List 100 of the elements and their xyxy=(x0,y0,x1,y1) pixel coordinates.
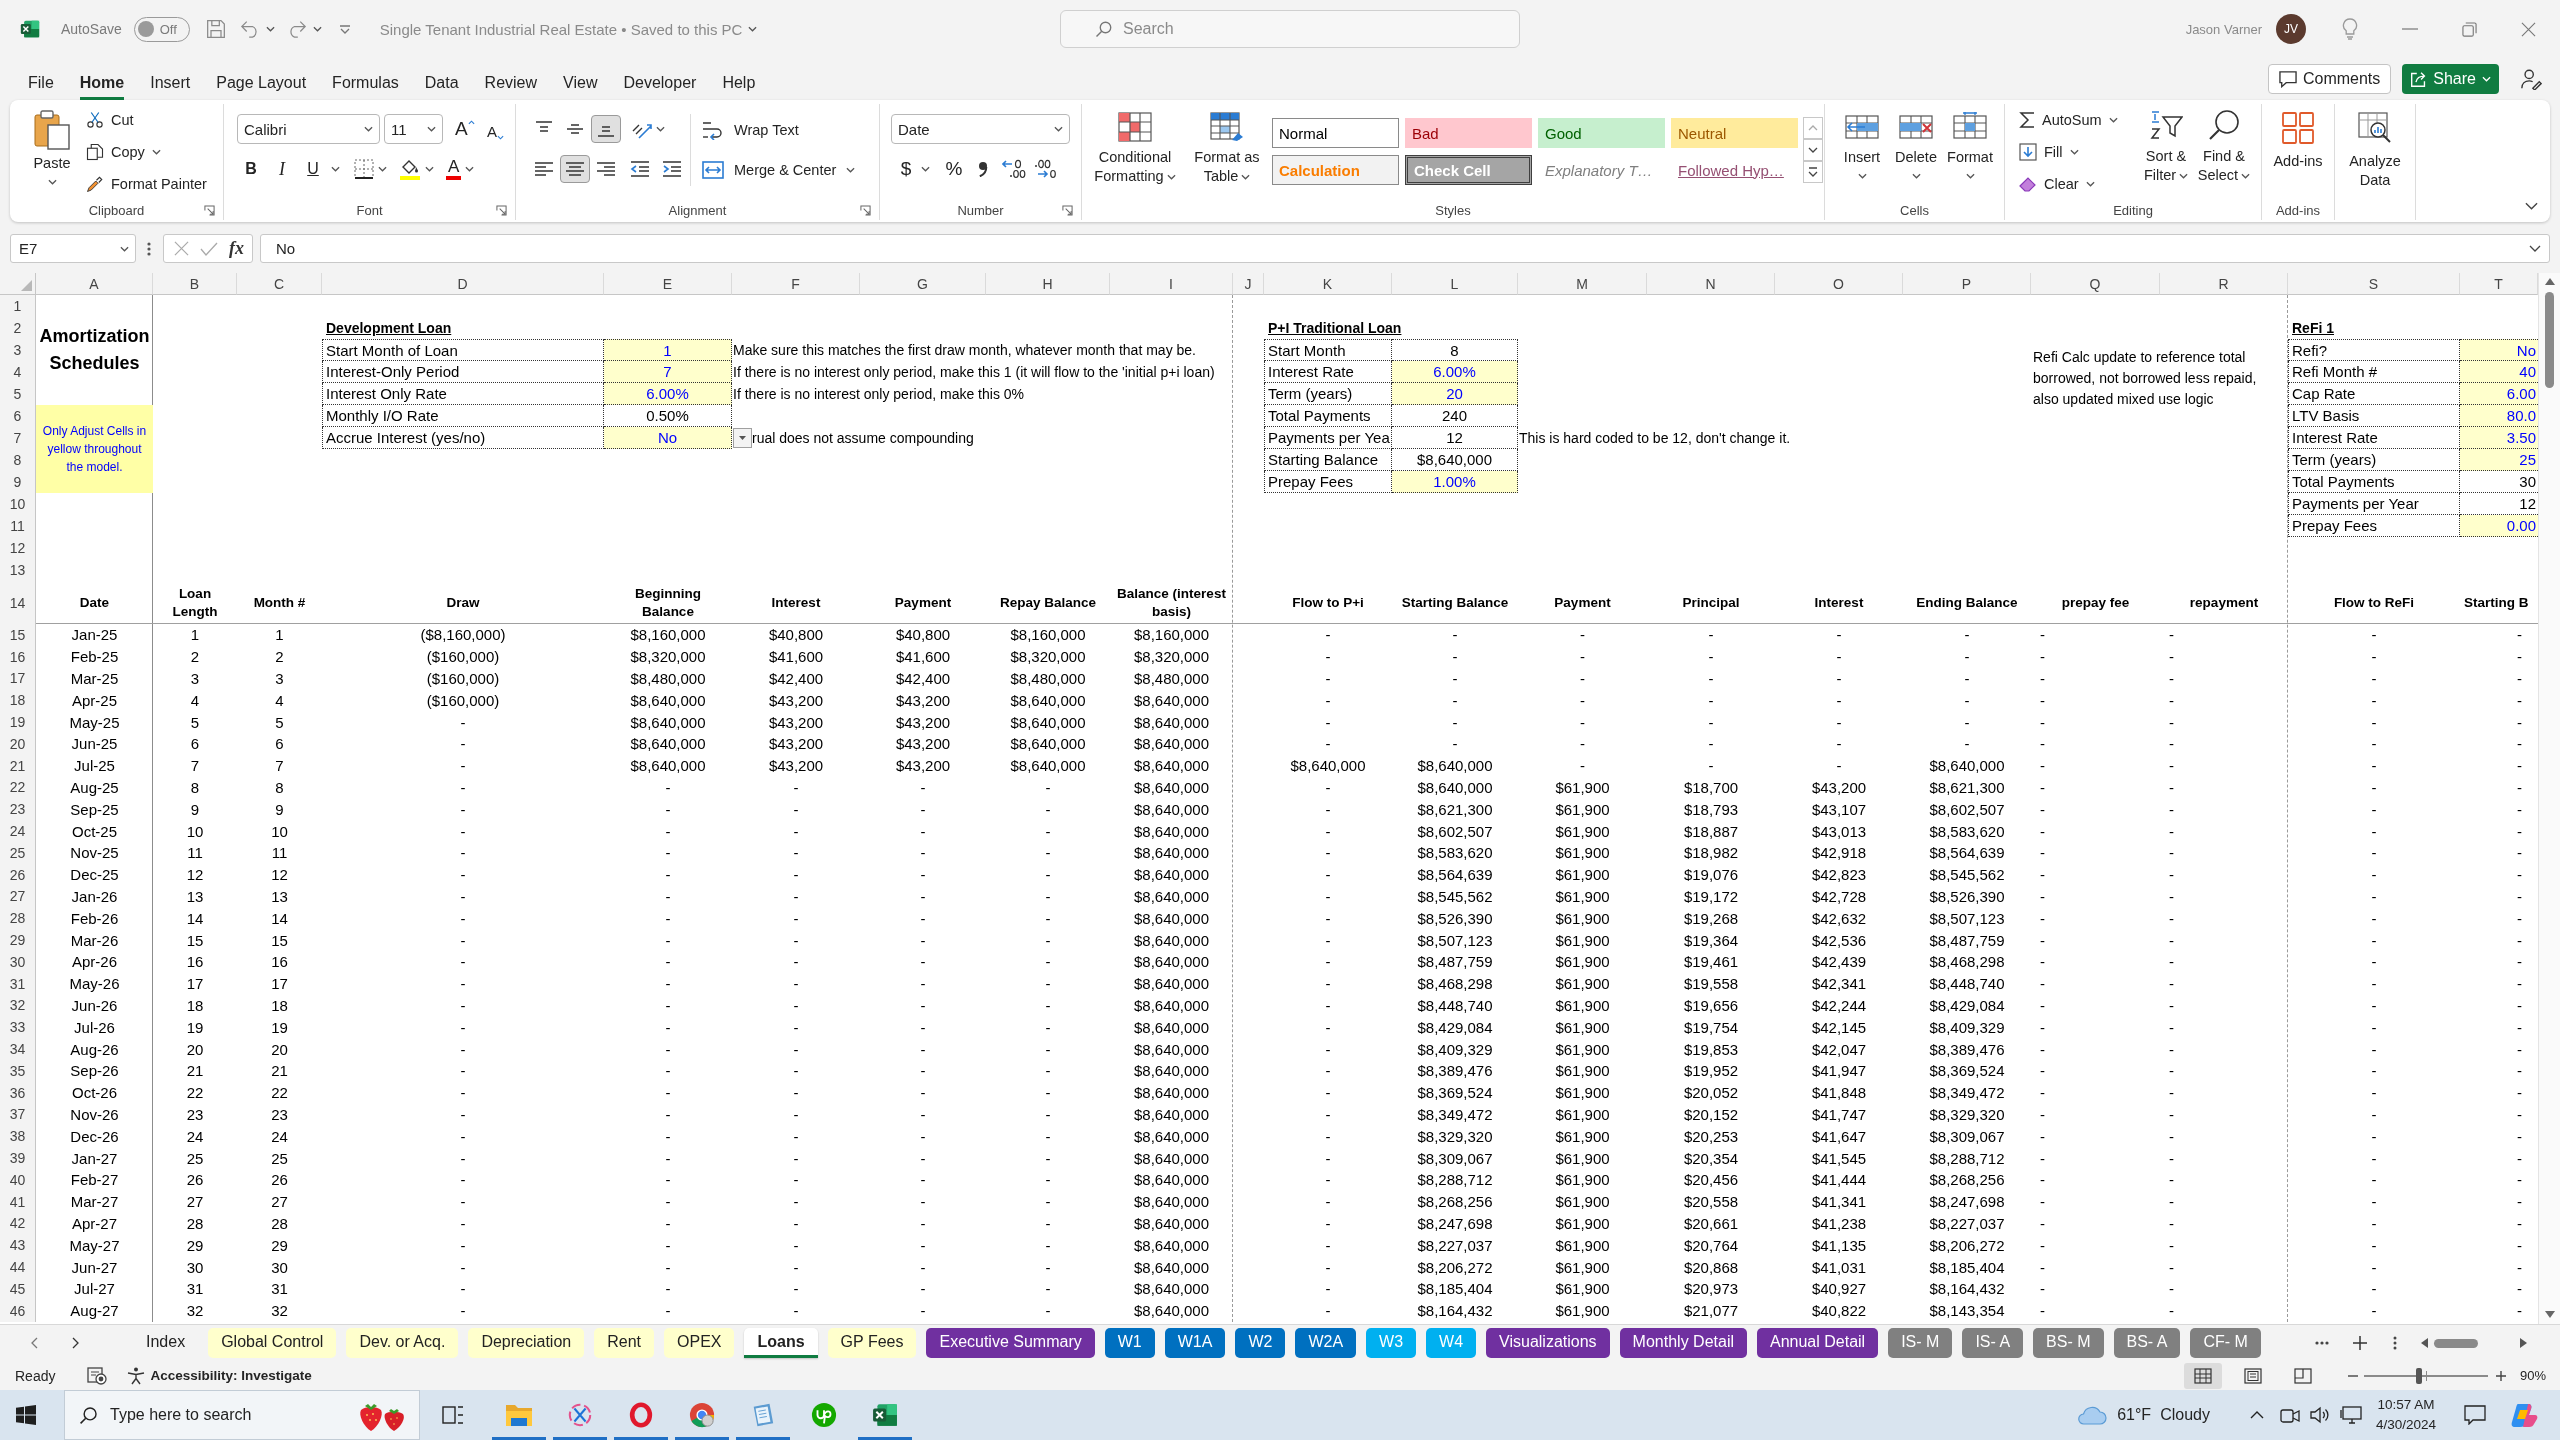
row-header[interactable]: 19 xyxy=(0,711,36,733)
restore-icon[interactable] xyxy=(2462,21,2477,37)
sheet-tab[interactable]: Loans xyxy=(744,1328,818,1358)
font-size-combo[interactable]: 11 xyxy=(384,114,443,144)
format-button[interactable]: Format xyxy=(1943,104,1997,179)
row-header[interactable]: 16 xyxy=(0,645,36,668)
sheet-tab[interactable]: Index xyxy=(133,1328,199,1358)
row-header[interactable]: 27 xyxy=(0,885,36,908)
taskbar-search-bar[interactable]: Type here to search xyxy=(64,1390,420,1440)
row-header[interactable]: 30 xyxy=(0,950,36,973)
row-header[interactable]: 32 xyxy=(0,994,36,1017)
row-header[interactable]: 18 xyxy=(0,689,36,712)
borders-icon[interactable] xyxy=(354,159,374,179)
column-header[interactable]: G xyxy=(860,273,986,295)
camera-icon[interactable] xyxy=(2279,1407,2300,1423)
row-header[interactable]: 41 xyxy=(0,1190,36,1213)
bold-button[interactable]: B xyxy=(237,155,265,183)
column-header[interactable]: O xyxy=(1775,273,1903,295)
row-header[interactable]: 45 xyxy=(0,1277,36,1300)
row-header[interactable]: 44 xyxy=(0,1256,36,1278)
chevron-left-icon[interactable] xyxy=(31,1337,38,1349)
row-header[interactable]: 20 xyxy=(0,733,36,755)
view-button[interactable] xyxy=(2183,1362,2222,1389)
column-header[interactable]: A xyxy=(36,273,153,295)
chevron-up-icon[interactable] xyxy=(2249,1411,2264,1419)
row-header[interactable]: 35 xyxy=(0,1059,36,1082)
font-color-button[interactable]: A xyxy=(446,155,462,183)
row-header[interactable]: 26 xyxy=(0,863,36,886)
decrease-indent-icon[interactable] xyxy=(630,160,650,178)
sheet-tab[interactable]: IS- A xyxy=(1962,1328,2024,1358)
sheet-tab[interactable]: Depreciation xyxy=(468,1328,585,1358)
zoom-slider-thumb[interactable] xyxy=(2415,1367,2422,1384)
speech-bubble-icon[interactable] xyxy=(2464,1405,2486,1425)
row-header[interactable]: 38 xyxy=(0,1125,36,1148)
scroll-up-icon[interactable] xyxy=(2544,278,2555,285)
macro-record-icon[interactable] xyxy=(87,1366,108,1385)
expand-icon[interactable] xyxy=(2529,245,2541,252)
sheet-tab[interactable]: Executive Summary xyxy=(926,1328,1095,1358)
italic-button[interactable]: I xyxy=(268,155,296,183)
more-icon[interactable] xyxy=(2315,1341,2329,1345)
cell-style-option[interactable]: Good xyxy=(1538,118,1665,148)
more-vertical-icon[interactable] xyxy=(2393,1336,2397,1350)
fill-bucket-icon[interactable] xyxy=(399,158,421,180)
percent-button[interactable]: % xyxy=(942,155,966,183)
clock-date[interactable]: 4/30/2024 xyxy=(2375,1415,2436,1435)
row-header[interactable]: 31 xyxy=(0,972,36,995)
find-select-button[interactable]: Find & Select xyxy=(2195,104,2253,185)
row-header[interactable]: 12 xyxy=(0,537,36,559)
sheet-tab[interactable]: Visualizations xyxy=(1486,1328,1610,1358)
sheet-tab[interactable]: BS- M xyxy=(2033,1328,2104,1358)
zoom-level[interactable]: 90% xyxy=(2519,1368,2546,1383)
column-header[interactable]: S xyxy=(2288,273,2460,295)
row-header[interactable]: 36 xyxy=(0,1081,36,1104)
row-header[interactable]: 17 xyxy=(0,667,36,690)
menu-tab[interactable]: File xyxy=(28,66,54,100)
column-header[interactable]: H xyxy=(986,273,1110,295)
copy-button[interactable]: Copy xyxy=(86,136,207,168)
menu-tab[interactable]: Page Layout xyxy=(216,66,307,100)
sheet-tab[interactable]: Rent xyxy=(594,1328,654,1358)
increase-decimal-icon[interactable] xyxy=(1002,159,1026,179)
column-header[interactable]: P xyxy=(1903,273,2031,295)
person-pen-icon[interactable] xyxy=(2520,68,2542,90)
insert-function-button[interactable]: fx xyxy=(229,238,244,259)
row-header[interactable]: 1 xyxy=(0,295,36,317)
column-header[interactable]: F xyxy=(732,273,860,295)
row-header[interactable]: 4 xyxy=(0,361,36,383)
align-bottom-button[interactable] xyxy=(591,115,621,143)
check-icon[interactable] xyxy=(200,241,218,256)
row-header[interactable]: 39 xyxy=(0,1147,36,1169)
sheet-tab[interactable]: Dev. or Acq. xyxy=(346,1328,459,1358)
column-header[interactable]: Q xyxy=(2031,273,2160,295)
undo-icon[interactable] xyxy=(239,20,260,38)
weather-text[interactable]: Cloudy xyxy=(2160,1406,2210,1424)
column-header[interactable]: R xyxy=(2160,273,2288,295)
clock-time[interactable]: 10:57 AM xyxy=(2377,1395,2435,1415)
row-header[interactable]: 3 xyxy=(0,339,36,361)
sheet-tab[interactable]: W2A xyxy=(1295,1328,1357,1358)
underline-button[interactable]: U xyxy=(299,155,327,183)
cell-style-option[interactable]: Explanatory T… xyxy=(1538,155,1665,185)
row-header[interactable]: 15 xyxy=(0,624,36,646)
chevron-right-icon[interactable] xyxy=(72,1337,79,1349)
menu-tab[interactable]: Insert xyxy=(150,66,191,100)
cell-style-option[interactable]: Bad xyxy=(1405,118,1532,148)
task-view-icon[interactable] xyxy=(442,1405,464,1425)
row-header[interactable]: 14 xyxy=(0,581,36,624)
row-header[interactable]: 21 xyxy=(0,754,36,777)
scroll-thumb[interactable] xyxy=(2545,292,2554,388)
currency-button[interactable]: $ xyxy=(895,155,917,183)
column-header[interactable]: E xyxy=(604,273,732,295)
column-header[interactable]: N xyxy=(1647,273,1775,295)
row-header[interactable]: 6 xyxy=(0,405,36,427)
cell-style-option[interactable]: Followed Hyp… xyxy=(1671,155,1798,185)
dialog-launcher-icon[interactable] xyxy=(204,204,215,216)
gallery-more-icon[interactable] xyxy=(1803,161,1823,183)
row-header[interactable]: 9 xyxy=(0,471,36,493)
column-header[interactable]: I xyxy=(1110,273,1233,295)
row-header[interactable]: 28 xyxy=(0,907,36,930)
row-header[interactable]: 40 xyxy=(0,1168,36,1191)
menu-tab[interactable]: Help xyxy=(722,66,756,100)
share-button[interactable]: Share xyxy=(2402,64,2499,94)
